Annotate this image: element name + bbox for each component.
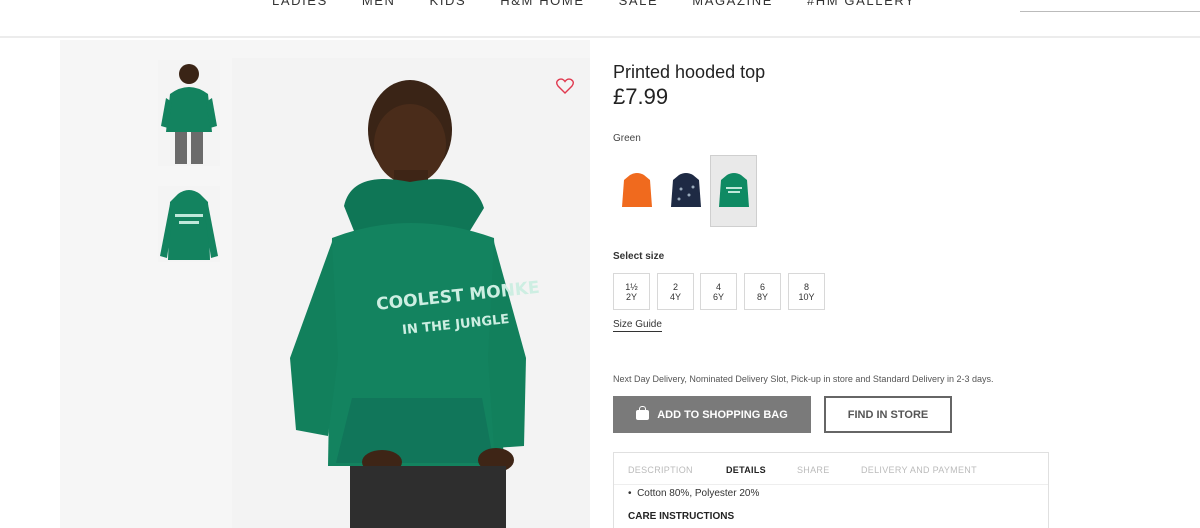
- swatch-navy[interactable]: [662, 155, 709, 227]
- nav-link-magazine[interactable]: MAGAZINE: [692, 0, 773, 8]
- tab-share[interactable]: SHARE: [797, 465, 830, 475]
- add-to-bag-button[interactable]: ADD TO SHOPPING BAG: [613, 396, 811, 433]
- hoodie-thumbnail-image: [158, 186, 220, 262]
- tab-delivery-and-payment[interactable]: DELIVERY AND PAYMENT: [861, 465, 977, 475]
- heart-icon[interactable]: [556, 78, 574, 94]
- nav-link-kids[interactable]: KIDS: [430, 0, 467, 8]
- swatch-green[interactable]: [710, 155, 757, 227]
- size-option-line1: 1½: [625, 282, 638, 292]
- orange-hoodie-icon: [621, 173, 652, 207]
- size-option-8-10y[interactable]: 8 10Y: [788, 273, 825, 310]
- delivery-info: Next Day Delivery, Nominated Delivery Sl…: [613, 374, 994, 384]
- size-option-line1: 6: [759, 282, 765, 292]
- model-thumbnail-image: [158, 60, 220, 166]
- model-photo: COOLEST MONKE IN THE JUNGLE: [232, 58, 590, 528]
- navy-hoodie-icon: [670, 173, 701, 207]
- size-label: Select size: [613, 251, 665, 262]
- nav-link-sale[interactable]: SALE: [619, 0, 659, 8]
- size-option-6-8y[interactable]: 6 8Y: [744, 273, 781, 310]
- size-option-line2: 8Y: [756, 292, 768, 302]
- product-price: £7.99: [613, 84, 669, 109]
- thumbnail-model[interactable]: [158, 60, 220, 166]
- tab-description[interactable]: DESCRIPTION: [628, 465, 693, 475]
- size-option-line2: 10Y: [798, 292, 815, 302]
- top-navigation: LADIES MEN KIDS H&M HOME SALE MAGAZINE #…: [0, 0, 1200, 38]
- size-option-1-2y[interactable]: 1½ 2Y: [613, 273, 650, 310]
- main-product-image: COOLEST MONKE IN THE JUNGLE: [232, 58, 590, 528]
- shopping-bag-icon: [636, 405, 650, 420]
- material-bullet: • Cotton 80%, Polyester 20%: [628, 488, 760, 499]
- material-text: Cotton 80%, Polyester 20%: [637, 488, 760, 499]
- size-option-line1: 8: [803, 282, 809, 292]
- nav-link-gallery[interactable]: #HM GALLERY: [807, 0, 915, 8]
- tab-divider: [614, 484, 1048, 485]
- add-to-bag-label: ADD TO SHOPPING BAG: [657, 408, 788, 421]
- find-in-store-button[interactable]: FIND IN STORE: [824, 396, 952, 433]
- size-option-line1: 2: [672, 282, 678, 292]
- find-in-store-label: FIND IN STORE: [847, 408, 929, 421]
- nav-links: LADIES MEN KIDS H&M HOME SALE MAGAZINE #…: [272, 0, 949, 8]
- thumbnail-hoodie[interactable]: [158, 186, 220, 262]
- nav-link-home[interactable]: H&M HOME: [500, 0, 584, 8]
- search-input[interactable]: [1020, 0, 1200, 12]
- size-option-line2: 6Y: [712, 292, 724, 302]
- size-option-line1: 4: [715, 282, 721, 292]
- size-option-line2: 4Y: [669, 292, 681, 302]
- care-instructions-heading: CARE INSTRUCTIONS: [628, 511, 735, 522]
- color-label: Green: [613, 133, 641, 144]
- size-guide-link[interactable]: Size Guide: [613, 319, 662, 332]
- size-option-2-4y[interactable]: 2 4Y: [657, 273, 694, 310]
- product-title: Printed hooded top: [613, 62, 766, 82]
- nav-link-men[interactable]: MEN: [362, 0, 396, 8]
- green-hoodie-icon: [718, 173, 749, 207]
- tab-details[interactable]: DETAILS: [726, 465, 766, 475]
- nav-link-ladies[interactable]: LADIES: [272, 0, 328, 8]
- swatch-orange[interactable]: [613, 155, 660, 227]
- size-option-4-6y[interactable]: 4 6Y: [700, 273, 737, 310]
- size-option-line2: 2Y: [625, 292, 637, 302]
